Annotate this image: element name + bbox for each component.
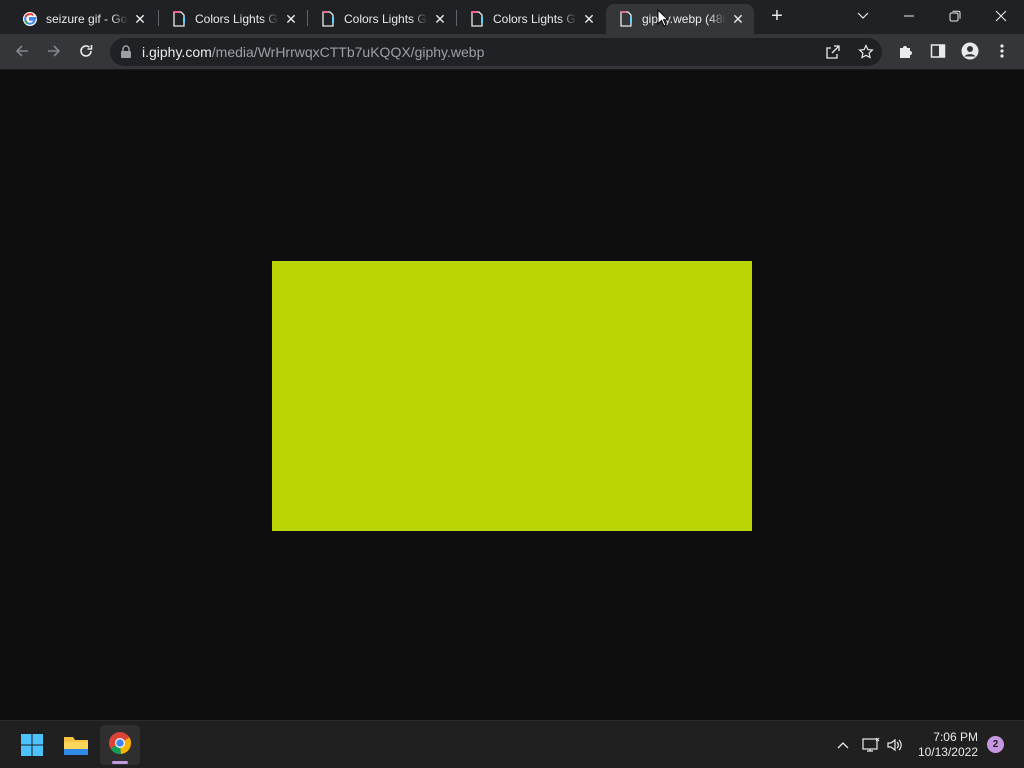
chevron-down-icon[interactable] bbox=[840, 0, 886, 32]
close-icon[interactable]: ✕ bbox=[283, 11, 299, 27]
star-icon[interactable] bbox=[857, 43, 875, 61]
side-panel-icon[interactable] bbox=[928, 41, 948, 61]
google-g-icon bbox=[22, 11, 38, 27]
volume-icon[interactable] bbox=[885, 735, 905, 755]
tab-colors-lights-2[interactable]: Colors Lights GIF ✕ bbox=[308, 4, 456, 34]
kebab-menu-icon[interactable] bbox=[992, 41, 1012, 61]
url-path: /media/WrHrrwqxCTTb7uKQQX/giphy.webp bbox=[211, 44, 485, 60]
url-text[interactable]: i.giphy.com/media/WrHrrwqxCTTb7uKQQX/gip… bbox=[142, 44, 484, 60]
windows-taskbar: 7:06 PM 10/13/2022 bbox=[0, 720, 1024, 768]
giphy-webp-image bbox=[272, 261, 752, 531]
clock-date: 10/13/2022 bbox=[917, 745, 978, 759]
file-explorer-icon[interactable] bbox=[56, 725, 96, 765]
page-icon bbox=[171, 11, 187, 27]
forward-arrow-icon[interactable] bbox=[40, 37, 68, 65]
close-icon[interactable]: ✕ bbox=[132, 11, 148, 27]
clock-time: 7:06 PM bbox=[933, 730, 978, 744]
close-icon[interactable]: ✕ bbox=[730, 11, 746, 27]
lock-icon[interactable] bbox=[120, 45, 132, 59]
screen: seizure gif - Goo ✕ Colors Lights GIF ✕ … bbox=[0, 0, 1024, 768]
tab-seizure-gif-search[interactable]: seizure gif - Goo ✕ bbox=[10, 4, 156, 34]
tab-colors-lights-3[interactable]: Colors Lights GIF ✕ bbox=[457, 4, 605, 34]
url-host: i.giphy.com bbox=[142, 44, 212, 60]
active-app-indicator bbox=[112, 761, 128, 764]
mouse-cursor-icon bbox=[657, 8, 670, 27]
notification-badge[interactable]: 2 bbox=[987, 736, 1004, 753]
tab-giphy-webp[interactable]: giphy.webp (480 ✕ bbox=[606, 4, 754, 34]
extensions-puzzle-icon[interactable] bbox=[896, 41, 916, 61]
minimize-icon[interactable] bbox=[886, 0, 932, 32]
tab-title: seizure gif - Goo bbox=[46, 12, 128, 26]
close-icon[interactable]: ✕ bbox=[581, 11, 597, 27]
close-icon[interactable] bbox=[978, 0, 1024, 32]
profile-avatar-icon[interactable] bbox=[960, 41, 980, 61]
system-clock[interactable]: 7:06 PM 10/13/2022 bbox=[906, 730, 978, 760]
restore-icon[interactable] bbox=[932, 0, 978, 32]
page-icon bbox=[320, 11, 336, 27]
reload-icon[interactable] bbox=[72, 37, 100, 65]
browser-toolbar: i.giphy.com/media/WrHrrwqxCTTb7uKQQX/gip… bbox=[0, 34, 1024, 70]
page-viewport bbox=[0, 70, 1024, 720]
page-icon bbox=[469, 11, 485, 27]
chevron-up-icon[interactable] bbox=[833, 735, 853, 755]
tab-title: Colors Lights GIF bbox=[195, 12, 279, 26]
share-icon[interactable] bbox=[824, 43, 842, 61]
plus-icon[interactable]: + bbox=[767, 6, 787, 26]
tab-title: giphy.webp (480 bbox=[642, 12, 726, 26]
tab-strip: seizure gif - Goo ✕ Colors Lights GIF ✕ … bbox=[0, 0, 1024, 34]
chrome-taskbar-button[interactable] bbox=[100, 725, 140, 765]
tab-title: Colors Lights GIF bbox=[344, 12, 428, 26]
chrome-icon bbox=[108, 731, 132, 760]
tab-colors-lights-1[interactable]: Colors Lights GIF ✕ bbox=[159, 4, 307, 34]
page-icon bbox=[618, 11, 634, 27]
windows-start-icon[interactable] bbox=[12, 725, 52, 765]
network-icon[interactable] bbox=[861, 735, 881, 755]
tab-title: Colors Lights GIF bbox=[493, 12, 577, 26]
address-bar[interactable]: i.giphy.com/media/WrHrrwqxCTTb7uKQQX/gip… bbox=[110, 38, 882, 66]
back-arrow-icon[interactable] bbox=[8, 37, 36, 65]
close-icon[interactable]: ✕ bbox=[432, 11, 448, 27]
